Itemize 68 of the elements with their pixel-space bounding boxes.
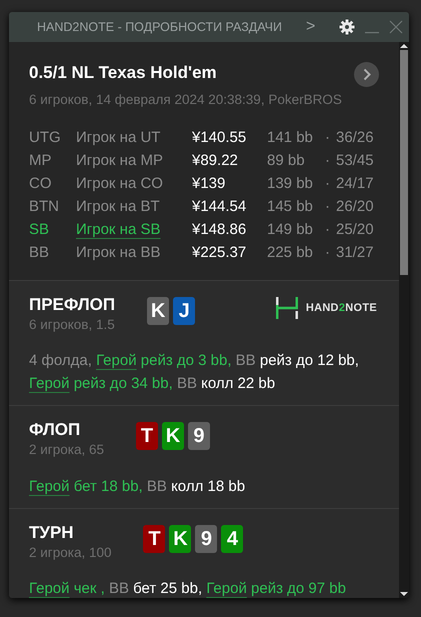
stack-bb: 145 bb	[267, 196, 314, 217]
scrollbar[interactable]	[399, 42, 409, 598]
next-button[interactable]	[354, 62, 379, 87]
hero-link[interactable]: Герой	[29, 478, 70, 494]
playing-card: K	[147, 297, 170, 325]
player-name[interactable]: Игрок на MP	[76, 152, 163, 169]
playing-card: K	[162, 422, 184, 450]
hand-title: 0.5/1 NL Texas Hold'em	[29, 62, 218, 84]
chevron-button[interactable]: >	[306, 15, 316, 39]
playing-card: 4	[221, 524, 244, 552]
position-label: MP	[29, 150, 52, 171]
hero-link[interactable]: Герой	[29, 580, 70, 597]
action-line: Герой бет 18 bb, BB колл 18 bb	[29, 476, 246, 496]
stack-bb: 89 bb	[267, 150, 306, 171]
street-subtitle: 2 игрока, 100	[29, 544, 112, 562]
position-label: UTG	[29, 128, 62, 148]
logo-text: HAND2NOTE	[306, 300, 377, 316]
stack-bb: 139 bb	[267, 174, 314, 194]
action-line: 4 фолда, Герой рейз до 3 bb, BB рейз до 12 bb, Герой рейз до 34 bb, BB колл 22 bb	[29, 351, 360, 394]
position-label: BTN	[29, 196, 60, 217]
separator-dot: ·	[325, 150, 331, 171]
window-title: HAND2NOTE - ПОДРОБНОСТИ РАЗДАЧИ	[37, 18, 282, 36]
stack-bb: 149 bb	[267, 220, 314, 240]
street-title: ФЛОП	[29, 420, 82, 440]
player-stats: 26/20	[336, 196, 374, 217]
position-label: CO	[29, 174, 52, 194]
stack-amount: ¥144.54	[192, 196, 248, 217]
stack-amount: ¥225.37	[192, 242, 248, 263]
street-title: ПРЕФЛОП	[29, 295, 116, 315]
playing-card: K	[169, 524, 192, 552]
player-stats: 31/27	[336, 242, 374, 263]
position-label: BB	[29, 242, 50, 263]
position-label: SB	[29, 220, 50, 240]
playing-card: T	[136, 422, 158, 450]
settings-icon[interactable]	[339, 19, 356, 35]
player-name[interactable]: Игрок на BB	[76, 244, 160, 261]
hand-subtitle: 6 игроков, 14 февраля 2024 20:38:39, PokerBROS	[29, 90, 343, 109]
action-line: Герой чек , BB бет 25 bb, Герой рейз до 97 bb	[29, 578, 347, 598]
player-name[interactable]: Игрок на BT	[76, 198, 160, 215]
separator-dot: ·	[325, 196, 331, 217]
stack-amount: ¥148.86	[192, 220, 248, 240]
hero-link[interactable]: Герой	[29, 375, 70, 392]
hero-link[interactable]: Герой	[96, 352, 137, 370]
player-name[interactable]: Игрок на CO	[76, 174, 163, 192]
player-name[interactable]: Игрок на SB	[76, 220, 160, 238]
stack-amount: ¥140.55	[192, 128, 248, 148]
playing-card: 9	[195, 524, 218, 552]
street-subtitle: 6 игроков, 1.5	[29, 316, 116, 334]
stack-amount: ¥139	[192, 174, 226, 194]
separator-dot: ·	[325, 242, 331, 263]
stack-bb: 141 bb	[267, 128, 314, 148]
separator-dot: ·	[325, 220, 331, 240]
stack-amount: ¥89.22	[192, 150, 239, 171]
stack-bb: 225 bb	[267, 242, 314, 263]
playing-card: T	[143, 524, 166, 552]
separator-dot: ·	[325, 174, 331, 194]
player-stats: 24/17	[336, 174, 374, 194]
player-stats: 36/26	[336, 128, 374, 148]
street-title: ТУРН	[29, 522, 75, 542]
separator-dot: ·	[325, 128, 331, 148]
playing-card: J	[173, 297, 196, 325]
player-stats: 25/20	[336, 220, 374, 240]
scroll-down-icon[interactable]	[399, 590, 409, 598]
playing-card: 9	[188, 422, 210, 450]
player-stats: 53/45	[336, 150, 374, 171]
street-subtitle: 2 игрока, 65	[29, 441, 104, 460]
player-name[interactable]: Игрок на UT	[76, 128, 160, 146]
hero-link[interactable]: Герой	[206, 580, 247, 597]
